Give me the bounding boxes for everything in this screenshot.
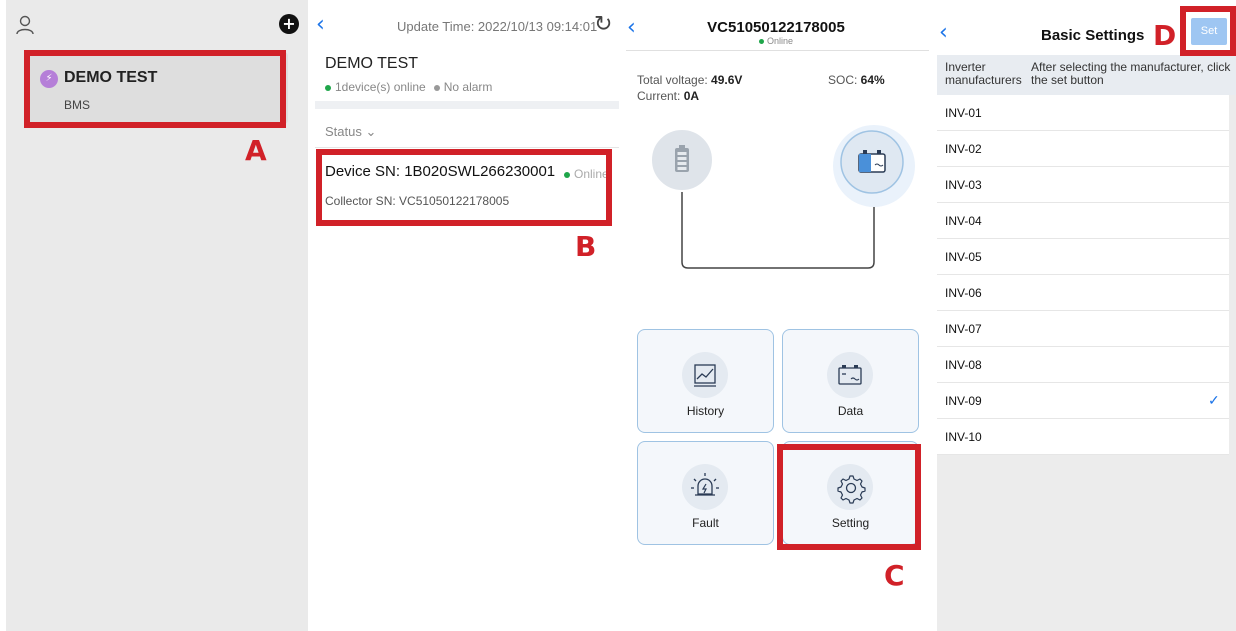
- back-icon[interactable]: ‹: [939, 22, 948, 44]
- history-label: History: [686, 404, 725, 418]
- callout-label-c: C: [884, 559, 905, 592]
- device-title: VC51050122178005: [707, 19, 845, 36]
- soc: SOC: 64%: [828, 73, 885, 87]
- checkmark-icon: ✓: [1208, 392, 1220, 408]
- column-header: Inverter manufacturers After selecting t…: [937, 55, 1236, 95]
- callout-box-d: [1180, 6, 1236, 56]
- chart-icon: [682, 352, 728, 398]
- fault-tile[interactable]: Fault: [637, 441, 774, 545]
- energy-flow-diagram: [650, 125, 915, 269]
- column-header-hint: After selecting the manufacturer, click …: [1031, 60, 1231, 87]
- status-filter-label: Status: [325, 124, 362, 139]
- callout-label-d: D: [1153, 19, 1177, 52]
- user-icon[interactable]: [14, 14, 36, 36]
- inverter-item-label: INV-06: [945, 286, 982, 300]
- inverter-item-label: INV-10: [945, 430, 982, 444]
- status-filter[interactable]: Status ⌄: [325, 124, 376, 140]
- callout-label-a: A: [245, 134, 267, 167]
- history-tile[interactable]: History: [637, 329, 774, 433]
- device-list-panel: ‹ Update Time: 2022/10/13 09:14:01 ↻ DEM…: [312, 0, 619, 631]
- alarm-summary: No alarm: [443, 80, 493, 94]
- callout-box-c: [777, 444, 921, 550]
- inverter-item-inv-04[interactable]: INV-04: [937, 203, 1229, 239]
- inverter-item-inv-02[interactable]: INV-02: [937, 131, 1229, 167]
- inverter-item-inv-06[interactable]: INV-06: [937, 275, 1229, 311]
- inverter-item-inv-10[interactable]: INV-10: [937, 419, 1229, 455]
- inverter-item-inv-08[interactable]: INV-08: [937, 347, 1229, 383]
- inverter-item-label: INV-02: [945, 142, 982, 156]
- inverter-item-label: INV-01: [945, 106, 982, 120]
- station-title: DEMO TEST: [325, 55, 419, 72]
- inverter-item-inv-03[interactable]: INV-03: [937, 167, 1229, 203]
- total-voltage: Total voltage: 49.6V: [637, 73, 743, 87]
- inverter-icon: [858, 150, 886, 173]
- battery-icon: [675, 145, 689, 172]
- device-online-label: Online: [766, 36, 793, 46]
- online-dot-icon: [758, 39, 764, 45]
- divider: [626, 50, 929, 51]
- inverter-item-inv-01[interactable]: INV-01: [937, 95, 1229, 131]
- fault-label: Fault: [692, 516, 719, 530]
- battery-data-icon: [827, 352, 873, 398]
- station-status: 1device(s) online No alarm: [325, 80, 492, 94]
- column-header-manufacturers: Inverter manufacturers: [945, 60, 1022, 87]
- online-dot-icon: [325, 84, 331, 91]
- inverter-item-label: INV-04: [945, 214, 982, 228]
- update-time: Update Time: 2022/10/13 09:14:01: [397, 19, 598, 34]
- data-label: Data: [837, 404, 864, 418]
- device-online-status: Online: [623, 36, 929, 46]
- battery-node: [650, 128, 714, 192]
- inverter-item-label: INV-05: [945, 250, 982, 264]
- callout-box-a: [24, 50, 286, 128]
- callout-box-b: [316, 149, 612, 226]
- divider: [315, 147, 619, 148]
- back-icon[interactable]: ‹: [316, 14, 325, 36]
- data-tile[interactable]: Data: [782, 329, 919, 433]
- inverter-node: [833, 125, 915, 207]
- alarm-icon: [682, 464, 728, 510]
- chevron-down-icon: ⌄: [365, 124, 377, 139]
- refresh-icon[interactable]: ↻: [594, 14, 612, 36]
- inverter-item-label: INV-03: [945, 178, 982, 192]
- inverter-item-inv-09[interactable]: INV-09 ✓: [937, 383, 1229, 419]
- inverter-list: INV-01 INV-02 INV-03 INV-04 INV-05 INV-06 INV-…: [937, 95, 1236, 455]
- online-summary: 1device(s) online: [335, 80, 426, 94]
- basic-settings-panel: ‹ Basic Settings Set Inverter manufactur…: [937, 0, 1236, 631]
- page-title: Basic Settings: [1041, 27, 1145, 44]
- inverter-item-label: INV-07: [945, 322, 982, 336]
- inverter-item-label: INV-09: [945, 394, 982, 408]
- add-icon[interactable]: +: [279, 14, 299, 34]
- inverter-item-inv-07[interactable]: INV-07: [937, 311, 1229, 347]
- inverter-item-label: INV-08: [945, 358, 982, 372]
- section-divider: [315, 101, 619, 109]
- alarm-dot-icon: [433, 84, 440, 91]
- inverter-item-inv-05[interactable]: INV-05: [937, 239, 1229, 275]
- callout-label-b: B: [575, 230, 597, 263]
